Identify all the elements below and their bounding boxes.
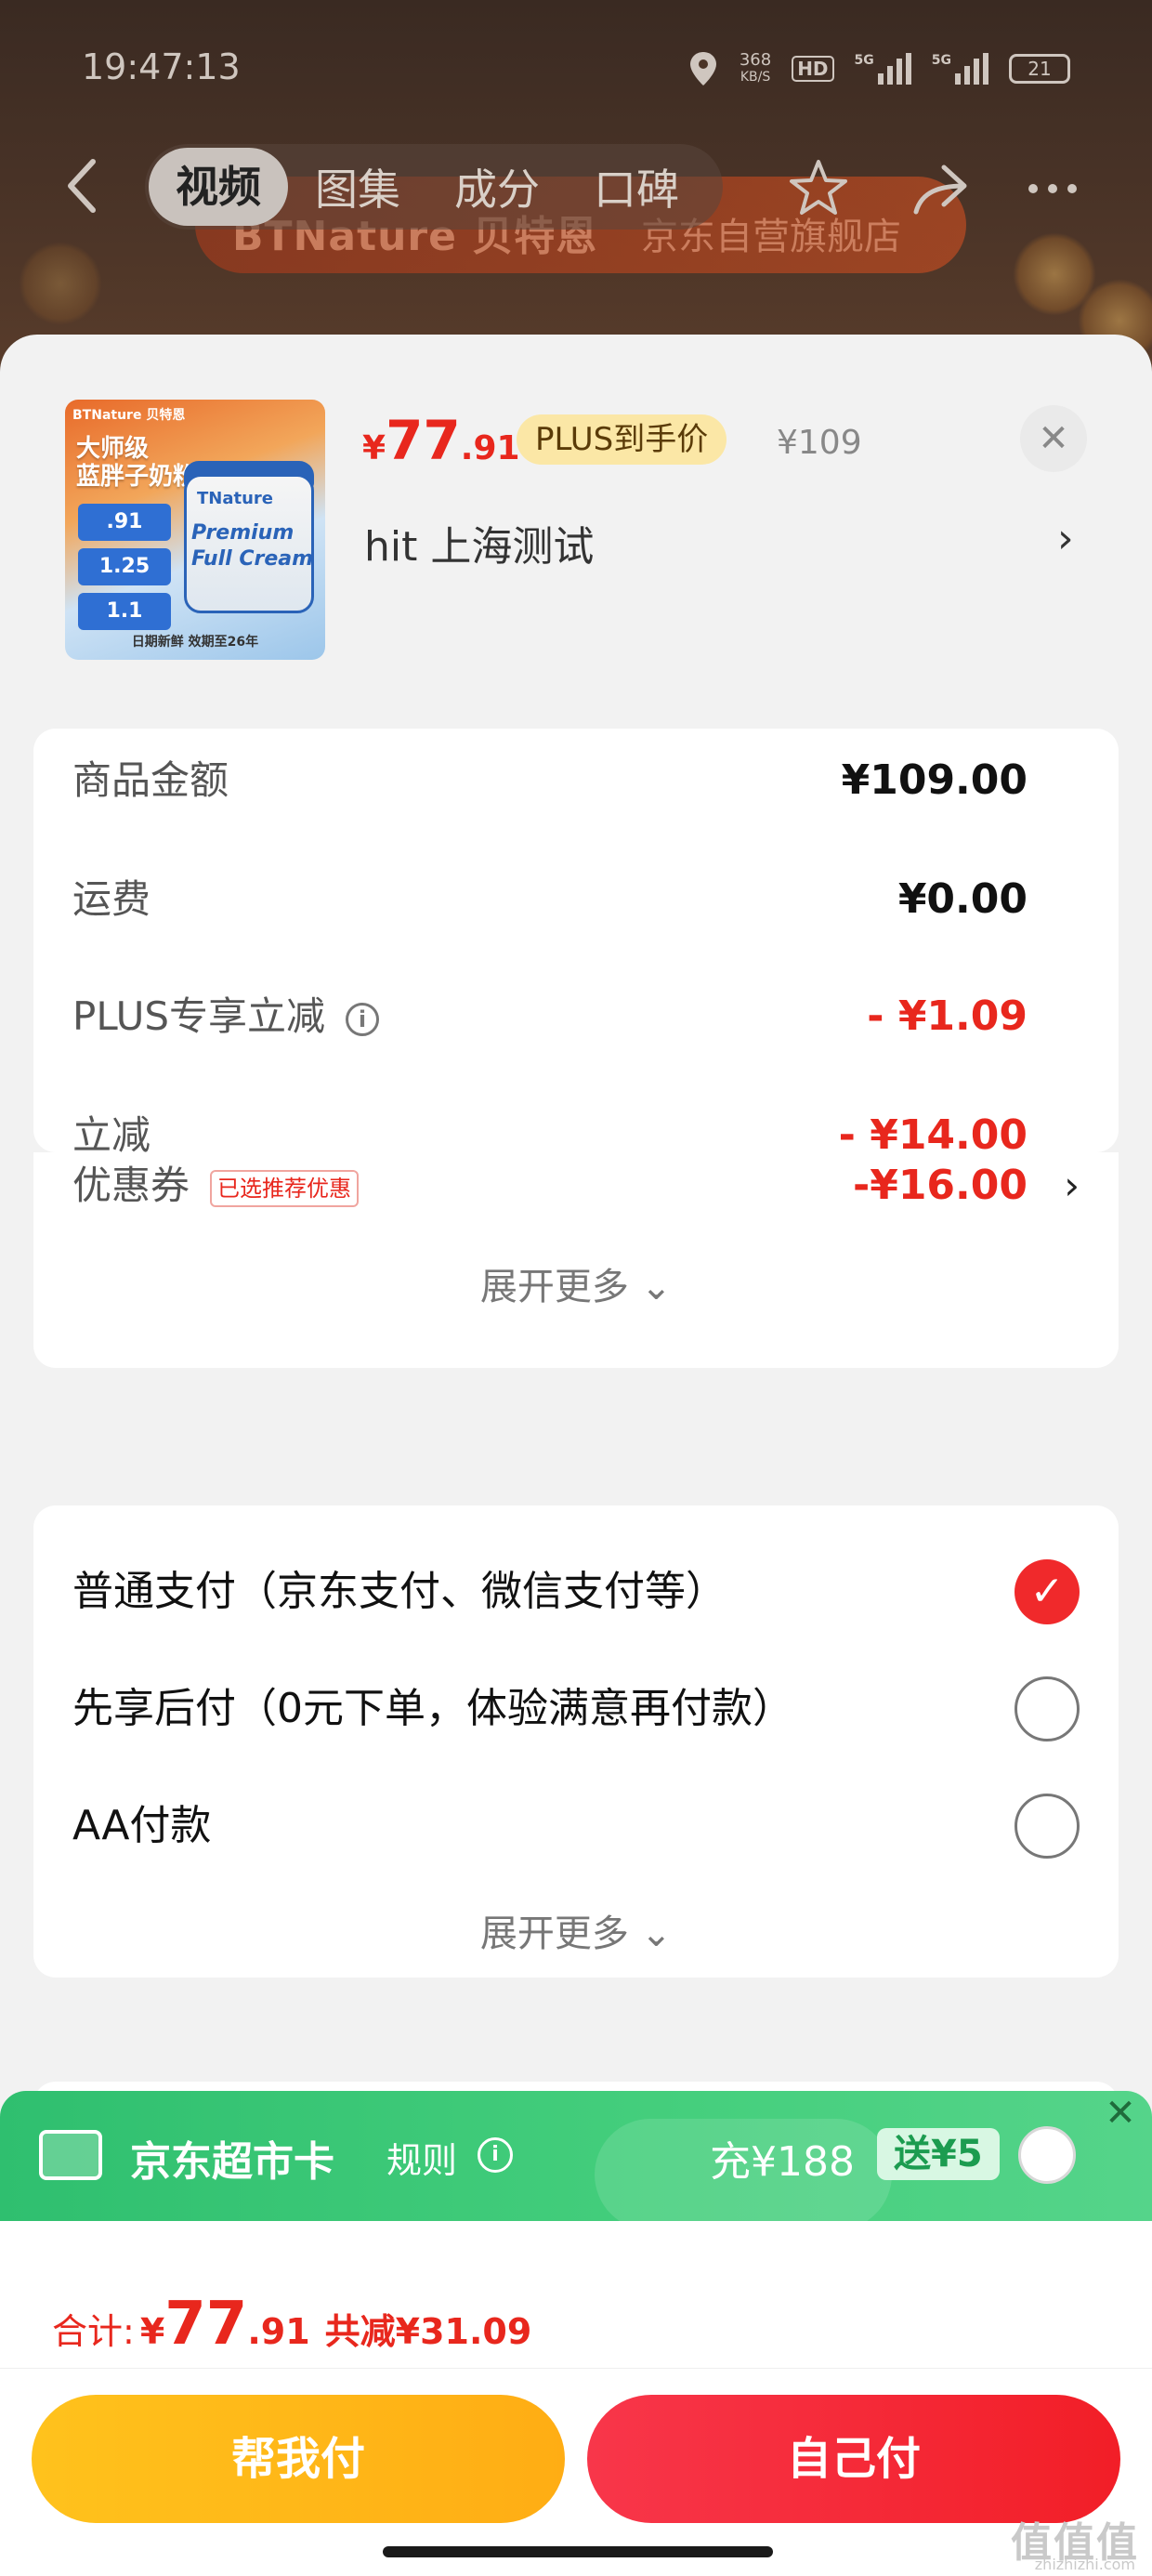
flower-decoration [19, 242, 102, 325]
share-icon[interactable] [907, 156, 972, 221]
chevron-right-icon[interactable]: › [1064, 1149, 1080, 1223]
checked-radio-icon[interactable]: ✓ [1015, 1559, 1080, 1624]
tab-video[interactable]: 视频 [149, 148, 288, 226]
pay-option-pay-later[interactable]: 先享后付（0元下单，体验满意再付款） [72, 1669, 1080, 1749]
background-product-header: BTNature 贝特恩 京东自营旗舰店 19:47:13 368 KB/S HD… [0, 0, 1152, 390]
coupon-tag: 已选推荐优惠 [210, 1169, 360, 1207]
tab-gallery[interactable]: 图集 [288, 156, 427, 217]
top-nav: 视频 图集 成分 口碑 [0, 139, 1152, 232]
original-price: ¥109 [777, 424, 862, 462]
pay-option-aa[interactable]: AA付款 [72, 1786, 1080, 1866]
radio-button[interactable] [1018, 2126, 1076, 2184]
thumb-footer: 日期新鲜 效期至26年 [131, 635, 259, 650]
radio-button[interactable] [1015, 1676, 1080, 1741]
back-arrow-icon[interactable] [58, 156, 110, 216]
expand-more-fees[interactable]: 展开更多 ⌄ [33, 1256, 1119, 1310]
pay-option-normal[interactable]: 普通支付（京东支付、微信支付等） ✓ [72, 1552, 1080, 1632]
signal-icon: 5G [932, 53, 988, 85]
recharge-amount: 充¥188 [710, 2138, 855, 2186]
fee-breakdown-card: 商品金额 ¥109.00 运费 ¥0.00 PLUS专享立减 i - ¥1.09 … [33, 729, 1119, 1159]
thumb-can-brand: TNature [197, 489, 273, 508]
chevron-right-icon[interactable]: › [1057, 515, 1074, 562]
pay-myself-button[interactable]: 自己付 [587, 2395, 1120, 2523]
tab-ingredients[interactable]: 成分 [427, 156, 567, 217]
plus-price-badge: PLUS到手价 [517, 414, 727, 465]
tab-reviews[interactable]: 口碑 [567, 156, 706, 217]
product-spec[interactable]: hit 上海测试 [364, 513, 594, 572]
status-icons: 368 KB/S HD 5G 5G 21 [687, 50, 1070, 87]
fee-row-shipping: 运费 ¥0.00 [72, 875, 1028, 923]
status-bar: 19:47:13 368 KB/S HD 5G 5G 21 [0, 41, 1152, 97]
home-indicator[interactable] [383, 2546, 773, 2557]
watermark-url: zhizhizhi.com [1034, 2556, 1135, 2573]
star-icon[interactable] [786, 156, 851, 221]
card-icon [39, 2130, 102, 2180]
nav-tabs: 视频 图集 成分 口碑 [145, 144, 723, 230]
supermarket-card-title: 京东超市卡 [130, 2138, 334, 2186]
more-icon[interactable] [1020, 156, 1085, 221]
hd-icon: HD [792, 56, 834, 82]
expand-more-payments[interactable]: 展开更多 ⌄ [33, 1903, 1119, 1957]
thumb-brand-tag: BTNature 贝特恩 [72, 408, 186, 423]
fee-breakdown-card-lower: 优惠券 已选推荐优惠 -¥16.00 › 展开更多 ⌄ [33, 1152, 1119, 1368]
status-time: 19:47:13 [82, 46, 241, 87]
thumb-price-box: 1.1 [78, 593, 171, 630]
checkout-sheet: BTNature 贝特恩 大师级 蓝胖子奶粉 .91 1.25 1.1 TNat… [0, 335, 1152, 2576]
close-button[interactable]: ✕ [1020, 405, 1087, 472]
thumb-title: 大师级 蓝胖子奶粉 [76, 435, 198, 491]
chevron-down-icon: ⌄ [640, 1266, 673, 1308]
rule-link[interactable]: 规则 [386, 2132, 457, 2183]
info-icon[interactable]: i [346, 1002, 380, 1036]
help-me-pay-button[interactable]: 帮我付 [32, 2395, 565, 2523]
product-summary: BTNature 贝特恩 大师级 蓝胖子奶粉 .91 1.25 1.1 TNat… [0, 335, 1152, 706]
total-amount: 合计: ¥ 77 .91 共减¥31.09 [52, 2290, 532, 2359]
fee-row-plus-discount: PLUS专享立减 i - ¥1.09 [72, 992, 1028, 1040]
radio-button[interactable] [1015, 1794, 1080, 1859]
signal-icon: 5G [855, 53, 911, 85]
info-icon[interactable]: i [478, 2137, 513, 2173]
chevron-down-icon: ⌄ [640, 1912, 673, 1955]
net-speed: 368 KB/S [739, 50, 772, 85]
action-bar: 帮我付 自己付 [0, 2368, 1152, 2576]
payment-method-card: 普通支付（京东支付、微信支付等） ✓ 先享后付（0元下单，体验满意再付款） AA… [33, 1505, 1119, 1978]
thumb-price-box: .91 [78, 504, 171, 541]
product-thumbnail[interactable]: BTNature 贝特恩 大师级 蓝胖子奶粉 .91 1.25 1.1 TNat… [65, 400, 325, 660]
total-saving: 共减¥31.09 [324, 2311, 532, 2352]
thumb-price-box: 1.25 [78, 548, 171, 585]
fee-row-coupon[interactable]: 优惠券 已选推荐优惠 -¥16.00 › [72, 1149, 1080, 1223]
bonus-badge: 送¥5 [877, 2128, 1000, 2180]
fee-row-goods: 商品金额 ¥109.00 [72, 756, 1028, 804]
supermarket-card-banner[interactable]: 京东超市卡 规则 i 充¥188 送¥5 ✕ [0, 2091, 1152, 2230]
close-icon[interactable]: ✕ [1094, 2087, 1146, 2139]
plus-price: ¥ 77 .91 [362, 409, 520, 472]
battery-icon: 21 [1009, 54, 1070, 84]
location-icon [689, 52, 716, 85]
thumb-can-text: Premium Full Cream [191, 521, 314, 571]
